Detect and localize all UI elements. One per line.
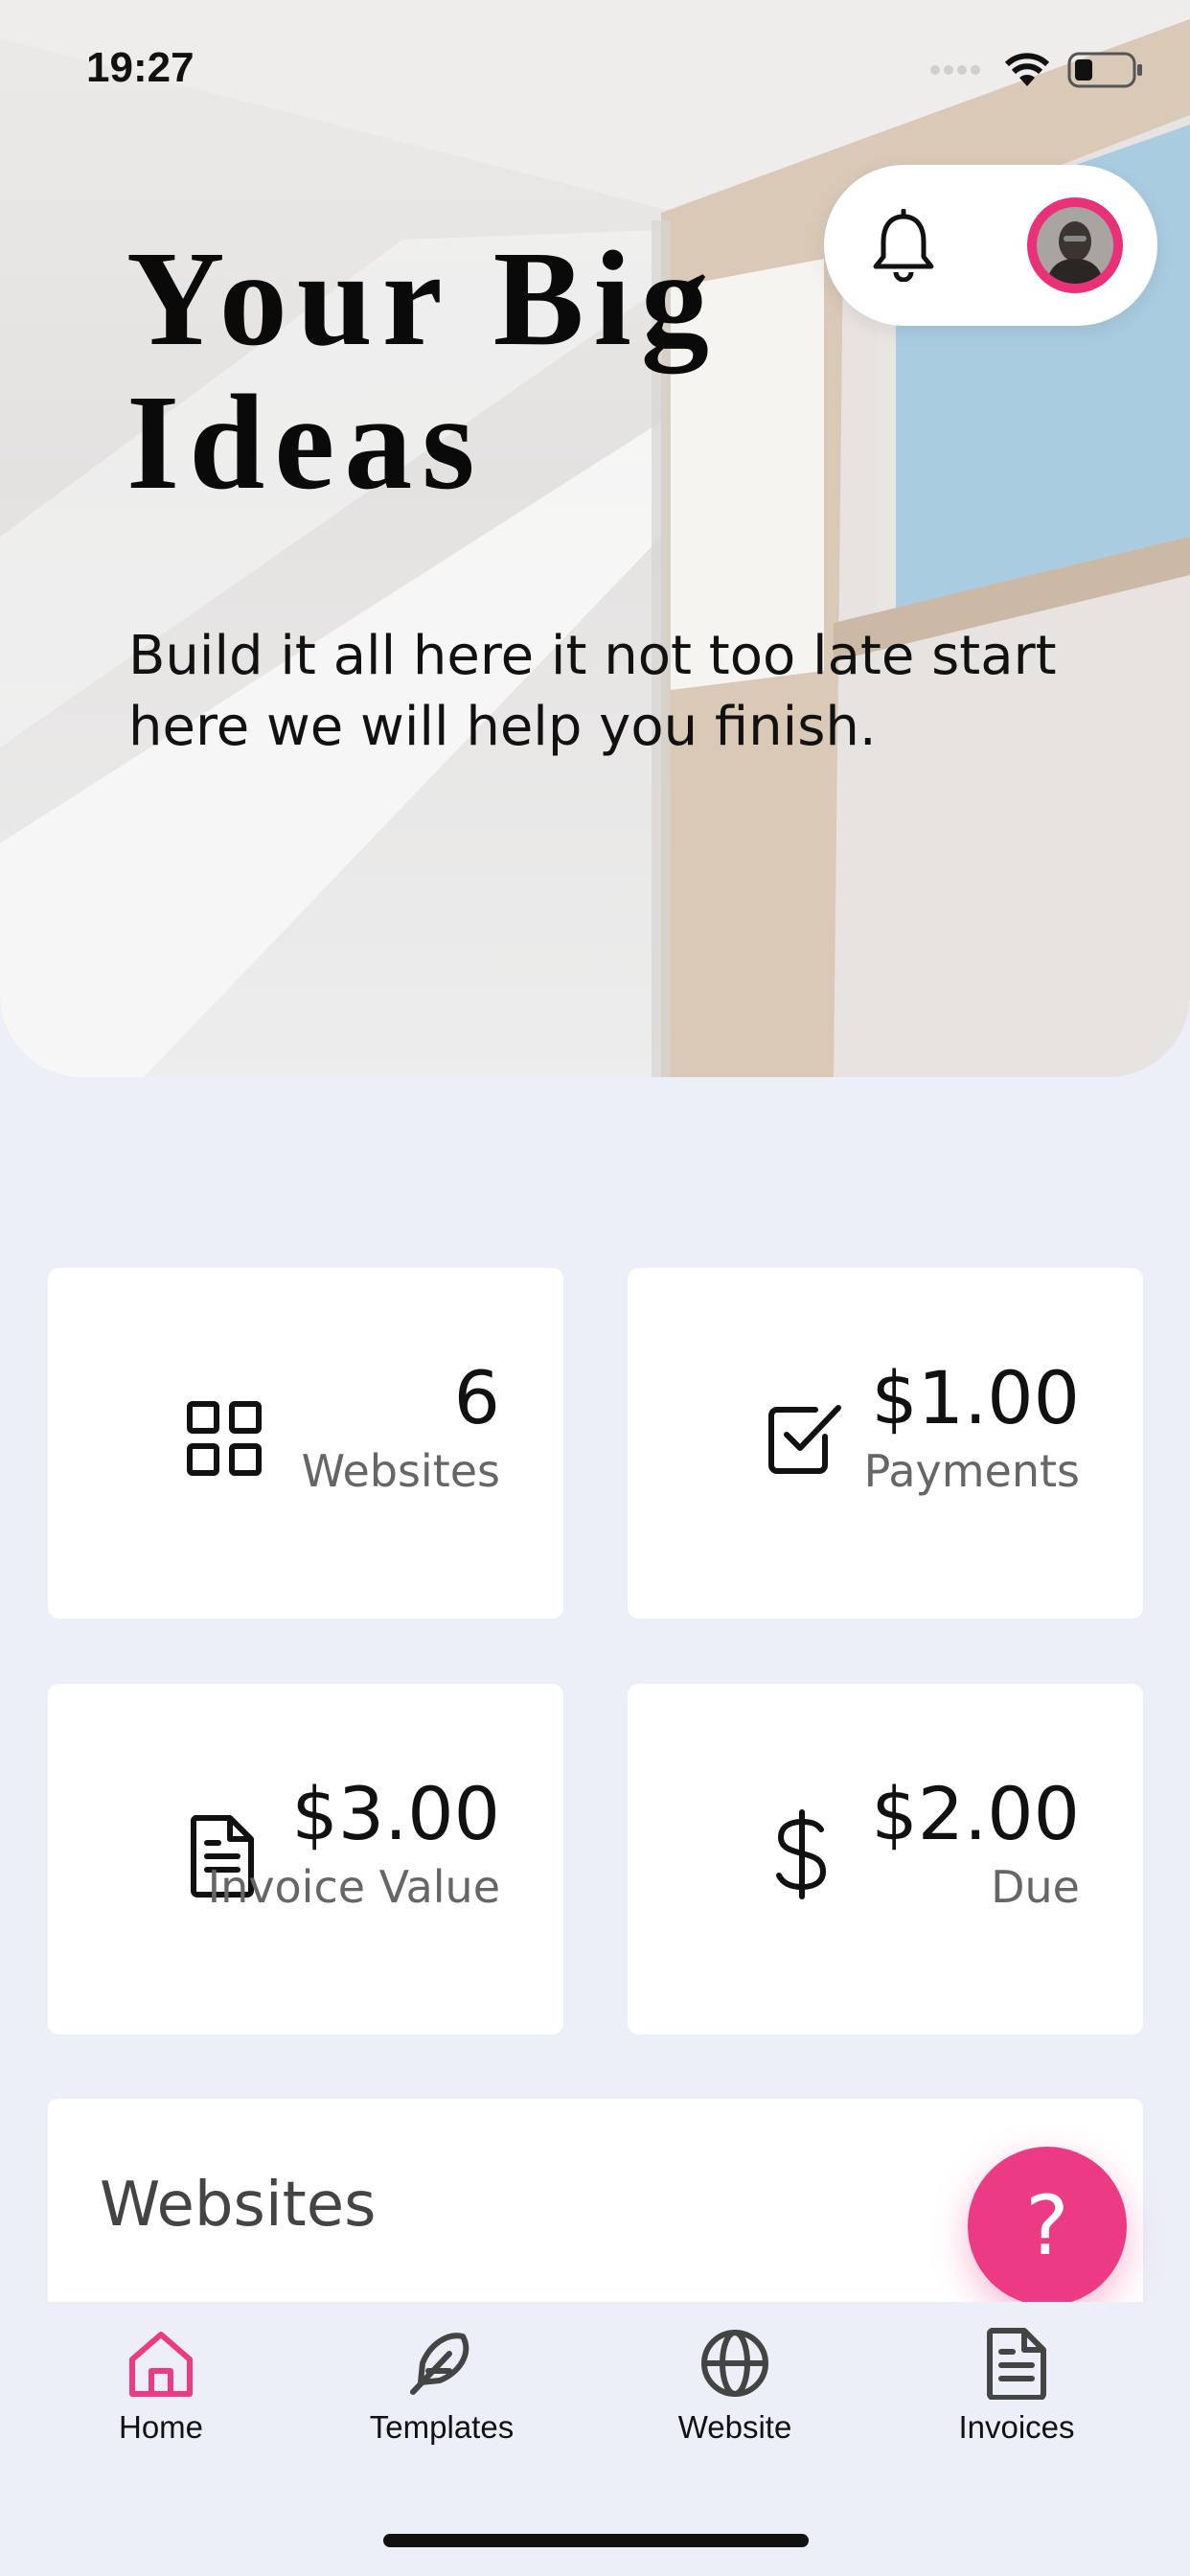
avatar[interactable] [1027, 197, 1123, 293]
tab-templates[interactable]: Templates [336, 2327, 547, 2446]
cellular-signal-icon [930, 65, 980, 75]
hero-banner: 19:27 Your Big Ideas Build it all here i… [0, 0, 1190, 1077]
help-label: ? [1025, 2178, 1069, 2274]
section-title: Websites [100, 2170, 377, 2241]
tab-home[interactable]: Home [56, 2327, 266, 2446]
stat-value: $1.00 [871, 1355, 1080, 1440]
battery-icon [1067, 52, 1142, 88]
stat-value: $3.00 [291, 1771, 500, 1856]
avatar-photo [1037, 207, 1113, 284]
invoice-icon [986, 2328, 1046, 2400]
grid-icon [187, 1401, 262, 1476]
dollar-icon [776, 1809, 827, 1899]
stat-label: Due [991, 1861, 1080, 1913]
globe-icon [701, 2330, 768, 2397]
stat-card-payments[interactable]: $1.00 Payments [628, 1268, 1143, 1619]
tab-label: Home [118, 2409, 204, 2445]
tab-label: Templates [369, 2409, 515, 2445]
bell-icon[interactable] [870, 209, 937, 282]
tab-invoices[interactable]: Invoices [911, 2327, 1122, 2446]
tab-website[interactable]: Website [629, 2327, 840, 2446]
home-indicator [383, 2534, 809, 2547]
stat-card-websites[interactable]: 6 Websites [48, 1268, 563, 1619]
hero-subtitle: Build it all here it not too late start … [128, 625, 1057, 758]
feather-icon [410, 2333, 469, 2395]
tab-label: Website [677, 2409, 792, 2445]
tab-label: Invoices [958, 2409, 1075, 2445]
hero-title: Your Big Ideas [126, 222, 719, 518]
status-time: 19:27 [86, 44, 195, 91]
stat-label: Websites [301, 1445, 500, 1497]
header-actions [824, 165, 1157, 326]
help-button[interactable]: ? [968, 2147, 1127, 2306]
stat-label: Payments [863, 1445, 1080, 1497]
stat-label: Invoice Value [207, 1861, 500, 1913]
hero-background-image [0, 0, 1190, 1077]
checkbox-icon [768, 1405, 841, 1474]
stat-card-invoice-value[interactable]: $3.00 Invoice Value [48, 1684, 563, 2035]
home-icon [129, 2332, 193, 2397]
stat-value: 6 [453, 1355, 500, 1440]
status-icons [929, 52, 1144, 88]
wifi-icon [1004, 53, 1050, 86]
stat-value: $2.00 [871, 1771, 1080, 1856]
stat-card-due[interactable]: $2.00 Due [628, 1684, 1143, 2035]
